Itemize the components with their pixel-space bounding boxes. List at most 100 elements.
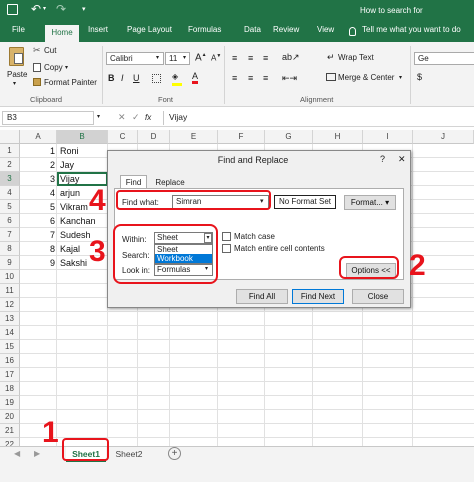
align-top-icon[interactable]: ≡ — [232, 53, 237, 63]
align-middle-icon[interactable]: ≡ — [248, 53, 253, 63]
paste-dropdown-icon[interactable]: ▾ — [13, 80, 16, 87]
column-header[interactable]: C — [108, 130, 138, 144]
tab-home[interactable]: Home — [45, 25, 79, 42]
italic-icon[interactable]: I — [121, 73, 124, 83]
insert-function-icon[interactable]: fx — [145, 113, 151, 122]
row-header[interactable]: 18 — [0, 382, 20, 396]
cell-a-number[interactable]: 3 — [43, 174, 55, 184]
dialog-close-icon[interactable]: ✕ — [398, 154, 406, 165]
row-header[interactable]: 14 — [0, 326, 20, 340]
paste-icon[interactable] — [9, 47, 24, 66]
align-center-icon[interactable]: ≡ — [248, 73, 253, 83]
row-header[interactable]: 10 — [0, 270, 20, 284]
tell-me-box[interactable]: Tell me what you want to do — [362, 25, 461, 34]
column-header[interactable]: G — [265, 130, 313, 144]
row-header[interactable]: 17 — [0, 368, 20, 382]
align-bottom-icon[interactable]: ≡ — [263, 53, 268, 63]
enter-icon[interactable]: ✓ — [132, 112, 140, 123]
sheet-tab-sheet2[interactable]: Sheet2 — [112, 447, 146, 462]
row-header[interactable]: 13 — [0, 312, 20, 326]
font-color-icon[interactable]: A — [192, 71, 199, 84]
tab-find[interactable]: Find — [120, 175, 147, 189]
copy-button[interactable]: Copy — [44, 63, 63, 72]
row-header[interactable]: 6 — [0, 214, 20, 228]
row-header[interactable]: 9 — [0, 256, 20, 270]
tab-insert[interactable]: Insert — [88, 25, 108, 34]
row-header[interactable]: 8 — [0, 242, 20, 256]
find-next-button[interactable]: Find Next — [292, 289, 344, 304]
cell-b-name[interactable]: Kajal — [60, 244, 80, 254]
row-header[interactable]: 12 — [0, 298, 20, 312]
bold-icon[interactable]: B — [108, 73, 115, 83]
borders-icon[interactable] — [152, 74, 161, 83]
cell-b-name[interactable]: arjun — [60, 188, 80, 198]
tab-review[interactable]: Review — [273, 25, 299, 34]
align-left-icon[interactable]: ≡ — [232, 73, 237, 83]
new-sheet-button[interactable]: + — [168, 447, 181, 460]
row-header[interactable]: 1 — [0, 144, 20, 158]
prev-sheet-icon[interactable]: ◀ — [14, 449, 20, 458]
next-sheet-icon[interactable]: ▶ — [34, 449, 40, 458]
row-header[interactable]: 11 — [0, 284, 20, 298]
tab-file[interactable]: File — [12, 25, 25, 34]
column-header[interactable]: F — [218, 130, 265, 144]
select-all-corner[interactable] — [0, 130, 20, 144]
increase-font-icon[interactable]: A▲ — [195, 52, 207, 63]
row-header[interactable]: 2 — [0, 158, 20, 172]
row-header[interactable]: 3 — [0, 172, 20, 186]
wrap-text-button[interactable]: Wrap Text — [338, 53, 374, 62]
format-button[interactable]: Format... ▾ — [344, 195, 396, 210]
number-format-select[interactable]: Ge — [414, 52, 474, 65]
row-header[interactable]: 21 — [0, 424, 20, 438]
row-header[interactable]: 20 — [0, 410, 20, 424]
row-header[interactable]: 7 — [0, 228, 20, 242]
cell-b-name[interactable]: Vikram — [60, 202, 88, 212]
cancel-icon[interactable]: ✕ — [118, 112, 126, 123]
cell-a-number[interactable]: 8 — [43, 244, 55, 254]
column-header[interactable]: I — [363, 130, 413, 144]
fill-color-icon[interactable] — [172, 83, 182, 86]
tab-view[interactable]: View — [317, 25, 334, 34]
cell-a-number[interactable]: 4 — [43, 188, 55, 198]
merge-center-button[interactable]: Merge & Center — [338, 73, 394, 82]
close-button[interactable]: Close — [352, 289, 404, 304]
save-icon[interactable] — [7, 4, 18, 15]
cell-b-name[interactable]: Kanchan — [60, 216, 96, 226]
row-header[interactable]: 5 — [0, 200, 20, 214]
merge-center-dropdown-icon[interactable]: ▾ — [399, 74, 402, 81]
cell-b-name[interactable]: Roni — [60, 146, 79, 156]
cell-a-number[interactable]: 2 — [43, 160, 55, 170]
row-header[interactable]: 15 — [0, 340, 20, 354]
quick-access-dropdown-icon[interactable]: ▾ — [82, 5, 86, 13]
undo-dropdown-icon[interactable]: ▾ — [43, 5, 46, 12]
row-header[interactable]: 19 — [0, 396, 20, 410]
tab-data[interactable]: Data — [244, 25, 261, 34]
paste-button[interactable]: Paste — [7, 70, 27, 79]
undo-icon[interactable]: ↶ — [31, 2, 41, 16]
match-case-checkbox[interactable] — [222, 232, 231, 241]
dialog-help-button[interactable]: ? — [380, 154, 385, 164]
tab-formulas[interactable]: Formulas — [188, 25, 221, 34]
cell-a-number[interactable]: 1 — [43, 146, 55, 156]
column-header[interactable]: H — [313, 130, 363, 144]
cell-a-number[interactable]: 7 — [43, 230, 55, 240]
cell-b-name[interactable]: Sudesh — [60, 230, 91, 240]
cell-a-number[interactable]: 5 — [43, 202, 55, 212]
column-header[interactable]: D — [138, 130, 170, 144]
fill-bucket-icon[interactable]: ◈ — [172, 72, 178, 81]
find-all-button[interactable]: Find All — [236, 289, 288, 304]
align-right-icon[interactable]: ≡ — [263, 73, 268, 83]
name-box-dropdown-icon[interactable]: ▾ — [97, 113, 100, 120]
redo-icon[interactable]: ↷ — [56, 2, 66, 16]
column-header[interactable]: E — [170, 130, 218, 144]
decrease-font-icon[interactable]: A▼ — [211, 53, 221, 63]
format-painter-button[interactable]: Format Painter — [44, 78, 97, 87]
currency-icon[interactable]: $ — [417, 72, 422, 82]
cell-a-number[interactable]: 6 — [43, 216, 55, 226]
cut-button[interactable]: Cut — [44, 46, 56, 55]
row-header[interactable]: 22 — [0, 438, 20, 446]
underline-icon[interactable]: U — [133, 73, 140, 83]
font-name-dropdown-icon[interactable]: ▾ — [156, 54, 159, 61]
cell-b-name[interactable]: Sakshi — [60, 258, 87, 268]
column-header[interactable]: J — [413, 130, 474, 144]
